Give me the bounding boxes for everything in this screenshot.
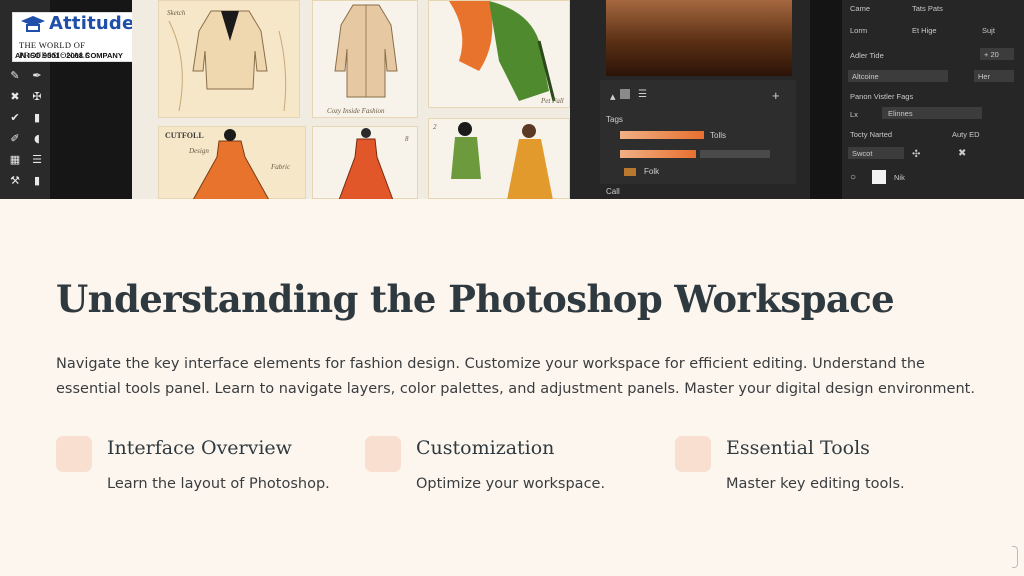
feature-description: Optimize your workspace. [416,476,606,492]
prop-label: Auty ED [952,130,980,139]
sheet-number: 2 [433,123,437,131]
layer-thumbnail [872,170,886,184]
prop-dropdown[interactable]: Et Hige [912,26,937,35]
close-icon[interactable]: ✖ [958,148,966,159]
model-illustration-icon [449,1,556,102]
prop-label: Tocty Narted [850,130,893,139]
feature-description: Learn the layout of Photoshop. [107,476,330,492]
feature-card-customization: Customization Optimize your workspace. [365,436,655,506]
menu-icon[interactable]: ☰ [638,89,647,100]
feature-tile-icon [365,436,401,472]
panel-divider [810,0,842,199]
prop-label: Adler Tide [850,51,884,60]
jacket-sketch-icon [168,10,287,112]
feature-title: Customization [416,437,555,459]
sketch-sheet-model: Pet Fall [428,0,570,108]
feature-tile-icon [675,436,711,472]
heal-tool-icon[interactable]: ✔ [6,110,24,126]
prop-select-value: Swcot [852,149,873,158]
prop-select-value: Her [978,72,991,81]
pin-icon[interactable]: ✣ [912,149,920,160]
layer-slider-track [700,150,770,158]
prop-label: Came [850,4,871,13]
sheet-caption: Cozy Inside Fashion [327,107,385,115]
feature-title: Essential Tools [726,437,870,459]
sketch-sheet-models: 2 [428,118,570,199]
layer-thumb-icon [620,89,630,99]
properties-panel: Came Tats Pats Lorm Et Hige Sujt Adler T… [842,0,1024,199]
sheet-caption: Design [189,147,209,155]
sketch-sheet-dress-b: 8 [312,126,418,199]
prop-select-value: Elinnes [888,109,913,118]
collapse-icon[interactable]: ▴ [610,90,616,103]
list-tool-icon[interactable]: ☰ [28,152,46,168]
add-layer-button[interactable]: + [772,88,780,103]
intro-paragraph: Navigate the key interface elements for … [56,356,975,397]
sketch-sheet-dress-a: CUTFOLL Design Fabric [158,126,306,199]
slide-corner-mark [1012,546,1018,568]
layer-row-label[interactable]: Folk [644,167,659,176]
color-gradient-preview[interactable] [606,0,792,76]
dropper-tool-icon[interactable]: ✠ [28,89,46,105]
feature-tile-icon [56,436,92,472]
red-dress-sketch-icon [338,128,394,199]
feature-title: Interface Overview [107,437,292,459]
layer-opacity-slider[interactable] [620,131,704,139]
sheet-caption: Pet Fall [541,97,564,105]
prop-select-value: Altcoine [852,72,879,81]
eraser-tool-icon[interactable]: ✖ [6,89,24,105]
layer-row-label[interactable]: Tolls [710,131,726,140]
visibility-icon[interactable]: ○ [850,172,856,183]
layer-row-label[interactable]: Call [606,187,620,196]
hero-image: ✎ ✒ ✖ ✠ ✔ ▮ ✐ ◖ ▦ ☰ ⚒ ▮ Attitude THE WOR… [0,0,1024,199]
sheet-title: CUTFOLL [165,131,204,140]
sheet-caption: Sketch [167,9,186,17]
grid-tool-icon[interactable]: ▦ [6,152,24,168]
sketch-sheet-jacket: Sketch [158,0,300,118]
layer-color-swatch[interactable] [624,168,636,176]
fashion-sketch-board: Sketch Cozy Inside Fashion Pet Fall CUTF… [132,0,570,199]
sheet-number: 8 [405,135,409,143]
shape-tool-icon[interactable]: ◖ [28,131,46,147]
feature-description: Master key editing tools. [726,476,905,492]
sheet-caption: Fabric [271,163,291,171]
logo-title: Attitude [49,13,135,34]
feature-card-tools: Essential Tools Master key editing tools… [675,436,965,506]
two-models-icon [451,122,553,199]
prop-label: Panon Vistler Fags [850,92,914,101]
tool-icon-grid: ✎ ✒ ✖ ✠ ✔ ▮ ✐ ◖ ▦ ☰ ⚒ ▮ [6,68,46,189]
coat-sketch-icon [334,4,398,98]
feature-card-interface: Interface Overview Learn the layout of P… [56,436,346,506]
graduation-cap-icon [21,16,45,32]
brush-tool-icon[interactable]: ✒ [28,68,46,84]
content-section: Understanding the Photoshop Workspace Na… [0,199,1024,576]
wrench-tool-icon[interactable]: ⚒ [6,173,24,189]
layer-fill-slider[interactable] [620,150,696,158]
stamp-tool-icon[interactable]: ▮ [28,110,46,126]
prop-label: Tats Pats [912,4,943,13]
rect-tool-icon[interactable]: ▮ [28,173,46,189]
prop-label: Sujt [982,26,995,35]
logo-certification: AN ISO 9001 : 2008 COMPANY [15,51,123,60]
prop-value: + 20 [984,50,999,59]
layer-row-label[interactable]: Tags [606,115,623,124]
page-title: Understanding the Photoshop Workspace [56,277,895,321]
sketch-sheet-coat: Cozy Inside Fashion [312,0,418,118]
attitude-logo: Attitude THE WORLD OF PROFESSIONALS AN I… [12,12,145,62]
pen-tool-icon[interactable]: ✎ [6,68,24,84]
prop-label: Lx [850,110,858,119]
layer-name[interactable]: Nik [894,173,905,182]
prop-dropdown[interactable]: Lorm [850,26,867,35]
path-tool-icon[interactable]: ✐ [6,131,24,147]
